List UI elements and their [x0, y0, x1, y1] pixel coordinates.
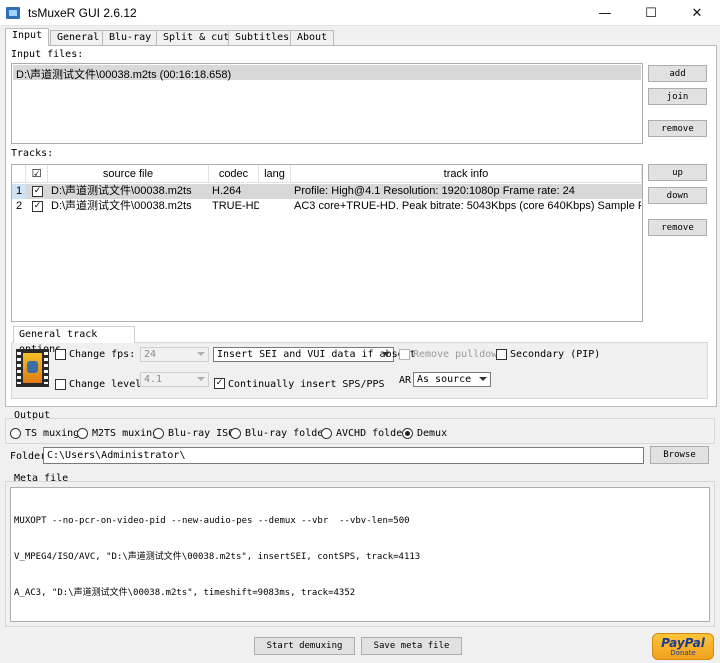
general-track-options-tab[interactable]: General track options [13, 326, 135, 355]
track-lang [259, 184, 291, 199]
meta-line: A_AC3, "D:\声道测试文件\00038.m2ts", timeshift… [14, 588, 356, 598]
change-level-checkbox[interactable] [55, 379, 66, 390]
track-row-number: 1 [12, 184, 26, 199]
track-up-button[interactable]: up [648, 164, 707, 181]
track-codec: H.264 [212, 185, 242, 197]
insert-sps-checkbox[interactable]: ✓ [214, 378, 225, 389]
radio-avchd-folder[interactable] [321, 428, 332, 439]
input-file-item[interactable]: D:\声道测试文件\00038.m2ts (00:16:18.658) [13, 65, 641, 81]
insert-sps-label: Continually insert SPS/PPS [228, 379, 385, 390]
remove-file-button[interactable]: remove [648, 120, 707, 137]
ar-label: AR [399, 375, 412, 386]
tab-about[interactable]: About [290, 30, 335, 45]
header-check[interactable]: ☑ [26, 165, 48, 183]
track-info: AC3 core+TRUE-HD. Peak bitrate: 5043Kbps… [294, 200, 641, 212]
avchd-folder-label: AVCHD folder [336, 428, 409, 439]
join-button[interactable]: join [648, 88, 707, 105]
tab-split-cut[interactable]: Split & cut [156, 30, 237, 45]
change-level-label: Change level: [69, 379, 148, 390]
blu-ray-iso-label: Blu-ray ISO [168, 428, 235, 439]
header-codec[interactable]: codec [209, 165, 259, 183]
paypal-brand: PayPal [661, 635, 705, 650]
tab-input[interactable]: Input [5, 28, 50, 46]
title-bar: tsMuxeR GUI 2.6.12 — ☐ ✕ [0, 0, 720, 26]
remove-pulldown-checkbox[interactable] [399, 349, 410, 360]
meta-file-text[interactable]: MUXOPT --no-pcr-on-video-pid --new-audio… [10, 487, 710, 622]
track-row-number: 2 [15, 200, 23, 212]
track-checkbox[interactable]: ✓ [32, 186, 43, 197]
secondary-pip-checkbox[interactable] [496, 349, 507, 360]
tracks-table[interactable]: ☑ source file codec lang track info 1 ✓ … [11, 164, 643, 322]
sei-select[interactable]: Insert SEI and VUI data if absent [213, 347, 416, 362]
input-tab-panel: Input files: D:\声道测试文件\00038.m2ts (00:16… [5, 45, 717, 407]
remove-pulldown-label: Remove pulldown [413, 349, 504, 360]
track-remove-button[interactable]: remove [648, 219, 707, 236]
paypal-donate-text: Donate [670, 648, 696, 657]
header-source-file[interactable]: source file [48, 165, 209, 183]
change-fps-label: Change fps: [69, 349, 136, 360]
change-fps-checkbox[interactable] [55, 349, 66, 360]
start-demuxing-button[interactable]: Start demuxing [254, 637, 355, 655]
radio-demux[interactable] [402, 428, 413, 439]
folder-input[interactable]: C:\Users\Administrator\ [43, 447, 644, 464]
input-file-item-text: D:\声道测试文件\00038.m2ts (00:16:18.658) [16, 69, 232, 81]
level-select[interactable]: 4.1 [140, 372, 209, 387]
ts-muxing-label: TS muxing [25, 428, 80, 439]
track-source: D:\声道测试文件\00038.m2ts [51, 185, 192, 197]
add-button[interactable]: add [648, 65, 707, 82]
tracks-label: Tracks: [11, 148, 54, 159]
close-button[interactable]: ✕ [674, 0, 720, 26]
radio-ts-muxing[interactable] [10, 428, 21, 439]
header-lang[interactable]: lang [259, 165, 291, 183]
secondary-pip-label: Secondary (PIP) [510, 349, 601, 360]
track-checkbox[interactable]: ✓ [32, 201, 43, 212]
browse-button[interactable]: Browse [650, 446, 709, 464]
film-strip-icon [16, 349, 49, 387]
track-lang [259, 199, 291, 214]
header-track-info[interactable]: track info [291, 165, 642, 183]
radio-m2ts-muxing[interactable] [77, 428, 88, 439]
track-down-button[interactable]: down [648, 187, 707, 204]
folder-label: Folder [10, 451, 47, 462]
meta-line: MUXOPT --no-pcr-on-video-pid --new-audio… [14, 516, 410, 526]
tab-blu-ray[interactable]: Blu-ray [102, 30, 159, 45]
maximize-button[interactable]: ☐ [628, 0, 674, 26]
blu-ray-folder-label: Blu-ray folder [245, 428, 330, 439]
paypal-donate-button[interactable]: PayPal Donate [652, 633, 714, 660]
header-number [12, 165, 26, 183]
minimize-button[interactable]: — [582, 0, 628, 26]
fps-select[interactable]: 24 [140, 347, 209, 362]
app-icon [6, 7, 20, 19]
radio-blu-ray-iso[interactable] [153, 428, 164, 439]
tab-general[interactable]: General [50, 30, 107, 45]
track-info: Profile: High@4.1 Resolution: 1920:1080p… [294, 185, 575, 197]
save-meta-file-button[interactable]: Save meta file [361, 637, 462, 655]
demux-label: Demux [417, 428, 448, 439]
input-files-label: Input files: [11, 49, 84, 60]
radio-blu-ray-folder[interactable] [230, 428, 241, 439]
window-title: tsMuxeR GUI 2.6.12 [28, 6, 137, 20]
ar-select[interactable]: As source [413, 372, 491, 387]
meta-line: V_MPEG4/ISO/AVC, "D:\声道测试文件\00038.m2ts",… [14, 552, 421, 562]
track-codec: TRUE-HD [212, 200, 259, 212]
m2ts-muxing-label: M2TS muxing [92, 428, 159, 439]
input-files-list[interactable]: D:\声道测试文件\00038.m2ts (00:16:18.658) [11, 63, 643, 144]
tab-subtitles[interactable]: Subtitles [228, 30, 297, 45]
track-source: D:\声道测试文件\00038.m2ts [51, 200, 192, 212]
